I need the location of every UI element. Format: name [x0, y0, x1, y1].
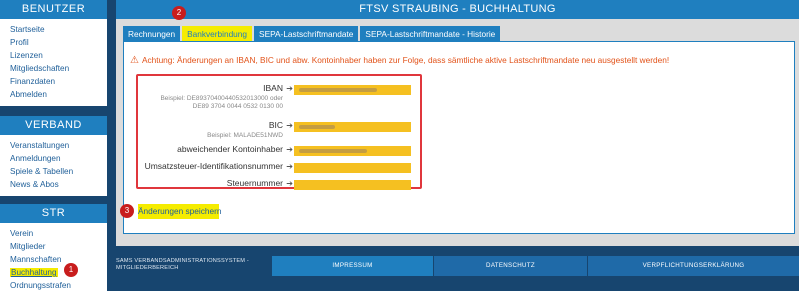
- sidebar-item-mitgliedschaften[interactable]: Mitgliedschaften: [10, 62, 107, 75]
- sidebar-section-str: STR Verein Mitglieder Mannschaften Buchh…: [0, 204, 107, 291]
- owner-input[interactable]: [294, 146, 411, 156]
- bic-label: BIC: [268, 120, 283, 130]
- sidebar-item-abmelden[interactable]: Abmelden: [10, 88, 107, 101]
- iban-input[interactable]: [294, 85, 411, 95]
- tax-input[interactable]: [294, 180, 411, 190]
- sidebar-item-buchhaltung[interactable]: Buchhaltung: [10, 266, 107, 279]
- footer-link-datenschutz[interactable]: DATENSCHUTZ: [434, 256, 587, 276]
- bank-details-panel: ⚠ Achtung: Änderungen an IBAN, BIC und ab…: [123, 41, 795, 234]
- sidebar-item-anmeldungen[interactable]: Anmeldungen: [10, 152, 107, 165]
- sidebar-item-lizenzen[interactable]: Lizenzen: [10, 49, 107, 62]
- annotation-badge-2: 2: [172, 6, 186, 20]
- sidebar-section-verband: VERBAND Veranstaltungen Anmeldungen Spie…: [0, 116, 107, 196]
- blurred-value: [299, 88, 377, 92]
- sidebar-heading-benutzer: BENUTZER: [0, 0, 107, 19]
- tab-bankverbindung[interactable]: Bankverbindung: [182, 26, 253, 41]
- sidebar-item-buchhaltung-label: Buchhaltung: [10, 268, 58, 277]
- tab-rechnungen[interactable]: Rechnungen: [123, 26, 181, 41]
- sidebar-item-mannschaften[interactable]: Mannschaften: [10, 253, 107, 266]
- sidebar-section-benutzer: BENUTZER Startseite Profil Lizenzen Mitg…: [0, 0, 107, 106]
- sidebar-item-finanzdaten[interactable]: Finanzdaten: [10, 75, 107, 88]
- arrow-right-icon: ➔: [286, 145, 293, 154]
- arrow-right-icon: ➔: [286, 84, 293, 93]
- arrow-right-icon: ➔: [286, 162, 293, 171]
- footer-link-impressum[interactable]: IMPRESSUM: [272, 256, 433, 276]
- footer: SAMS VERBANDSADMINISTRATIONSSYSTEM - MIT…: [116, 256, 799, 276]
- footer-system-name: SAMS VERBANDSADMINISTRATIONSSYSTEM - MIT…: [116, 256, 271, 276]
- main-content: FTSV STRAUBING - BUCHHALTUNG Rechnungen …: [116, 0, 799, 246]
- iban-label: IBAN: [263, 83, 283, 93]
- blurred-value: [299, 125, 335, 129]
- sidebar-item-news-abos[interactable]: News & Abos: [10, 178, 107, 191]
- footer-link-verpflichtungserklaerung[interactable]: VERPFLICHTUNGSERKLÄRUNG: [588, 256, 799, 276]
- footer-system-line-2: MITGLIEDERBEREICH: [116, 265, 179, 271]
- save-button[interactable]: Änderungen speichern: [138, 204, 222, 219]
- sidebar-heading-verband: VERBAND: [0, 116, 107, 135]
- arrow-right-icon: ➔: [286, 121, 293, 130]
- annotation-badge-3: 3: [120, 204, 134, 218]
- footer-system-line-1: SAMS VERBANDSADMINISTRATIONSSYSTEM -: [116, 258, 249, 264]
- vat-input[interactable]: [294, 163, 411, 173]
- page-title: FTSV STRAUBING - BUCHHALTUNG: [116, 0, 799, 19]
- sidebar: BENUTZER Startseite Profil Lizenzen Mitg…: [0, 0, 107, 291]
- blurred-value: [299, 149, 367, 153]
- warning-message: ⚠ Achtung: Änderungen an IBAN, BIC und ab…: [130, 55, 669, 66]
- bic-input[interactable]: [294, 122, 411, 132]
- sidebar-item-startseite[interactable]: Startseite: [10, 23, 107, 36]
- tab-sepa-historie[interactable]: SEPA-Lastschriftmandate - Historie: [360, 26, 501, 41]
- sidebar-item-spiele-tabellen[interactable]: Spiele & Tabellen: [10, 165, 107, 178]
- vat-label: Umsatzsteuer-Identifikationsnummer: [144, 161, 283, 171]
- arrow-right-icon: ➔: [286, 179, 293, 188]
- owner-label: abweichender Kontoinhaber: [177, 144, 283, 154]
- sidebar-heading-str: STR: [0, 204, 107, 223]
- sidebar-item-profil[interactable]: Profil: [10, 36, 107, 49]
- bic-hint: Beispiel: MALADE51NWD: [207, 132, 283, 139]
- tax-label: Steuernummer: [226, 178, 283, 188]
- tab-sepa-lastschriftmandate[interactable]: SEPA-Lastschriftmandate: [254, 26, 359, 41]
- iban-hint-1: Beispiel: DE89370400440532013000 oder: [160, 95, 283, 102]
- bank-form: IBAN ➔ Beispiel: DE89370400440532013000 …: [136, 74, 422, 190]
- sidebar-item-ordnungsstrafen[interactable]: Ordnungsstrafen: [10, 279, 107, 291]
- warning-icon: ⚠: [130, 55, 139, 66]
- annotation-badge-1: 1: [64, 263, 78, 277]
- sidebar-item-mitglieder[interactable]: Mitglieder: [10, 240, 107, 253]
- iban-hint-2: DE89 3704 0044 0532 0130 00: [192, 103, 283, 110]
- warning-text: Achtung: Änderungen an IBAN, BIC und abw…: [141, 55, 670, 65]
- sidebar-item-verein[interactable]: Verein: [10, 227, 107, 240]
- sidebar-item-veranstaltungen[interactable]: Veranstaltungen: [10, 139, 107, 152]
- tab-bar: Rechnungen Bankverbindung SEPA-Lastschri…: [123, 26, 502, 41]
